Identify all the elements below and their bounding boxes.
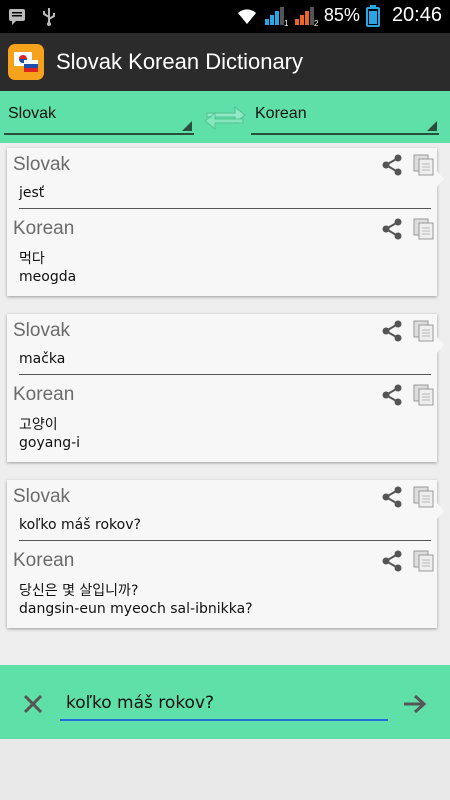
search-input[interactable]: [60, 687, 388, 721]
share-icon[interactable]: [381, 486, 403, 508]
language-bar: Slovak Korean: [0, 91, 450, 143]
source-lang-label: Slovak: [13, 486, 71, 507]
dropdown-caret-icon: [182, 121, 192, 131]
translation-text: 당신은 몇 살입니까?: [19, 583, 139, 599]
divider: [19, 374, 431, 375]
share-icon[interactable]: [381, 320, 403, 342]
dropdown-caret-icon: [427, 121, 437, 131]
share-icon[interactable]: [381, 384, 403, 406]
copy-icon[interactable]: [413, 550, 435, 572]
romanization-text: dangsin-eun myeoch sal-ibnikka?: [19, 601, 253, 617]
translate-arrow-icon[interactable]: [402, 693, 428, 715]
share-icon[interactable]: [381, 154, 403, 176]
svg-text:2: 2: [314, 19, 318, 27]
translation-text: 먹다: [19, 251, 45, 267]
signal-1-icon: 1: [264, 6, 288, 27]
action-bar: Slovak Korean Dictionary: [0, 33, 450, 91]
translation-list[interactable]: Slovak jesť Korean 먹다 meogda Slovak mačk…: [0, 143, 450, 665]
divider: [19, 208, 431, 209]
source-lang-label: Slovak: [13, 154, 71, 175]
clear-icon[interactable]: [22, 693, 44, 715]
share-icon[interactable]: [381, 550, 403, 572]
signal-2-icon: 2: [294, 6, 318, 27]
divider: [19, 540, 431, 541]
bottom-area: [0, 739, 450, 800]
copy-icon[interactable]: [413, 320, 435, 342]
card-tab: [436, 502, 444, 520]
translation-card: Slovak mačka Korean 고양이 goyang-i: [7, 314, 444, 462]
clock: 20:46: [391, 4, 442, 26]
target-lang-label: Korean: [13, 550, 75, 571]
target-language-label: Korean: [255, 105, 307, 122]
target-lang-label: Korean: [13, 218, 75, 239]
source-text: mačka: [19, 351, 66, 367]
card-tab: [436, 336, 444, 354]
source-text: jesť: [19, 185, 45, 201]
app-logo-icon[interactable]: [8, 44, 44, 80]
app-title: Slovak Korean Dictionary: [56, 49, 304, 74]
source-language-select[interactable]: Slovak: [4, 99, 194, 135]
copy-icon[interactable]: [413, 486, 435, 508]
copy-icon[interactable]: [413, 218, 435, 240]
translation-card: Slovak koľko máš rokov? Korean 당신은 몇 살입니…: [7, 480, 444, 628]
target-lang-label: Korean: [13, 384, 75, 405]
status-bar: 1 2 85% 20:46: [0, 0, 450, 33]
svg-text:1: 1: [284, 19, 288, 27]
source-text: koľko máš rokov?: [19, 517, 141, 533]
swap-languages-icon[interactable]: [203, 101, 247, 135]
battery-icon: [365, 4, 380, 27]
copy-icon[interactable]: [413, 154, 435, 176]
copy-icon[interactable]: [413, 384, 435, 406]
romanization-text: meogda: [19, 269, 77, 285]
usb-icon: [43, 8, 55, 26]
message-icon: [9, 9, 25, 25]
share-icon[interactable]: [381, 218, 403, 240]
translation-card: Slovak jesť Korean 먹다 meogda: [7, 148, 444, 296]
target-language-select[interactable]: Korean: [251, 99, 439, 135]
input-bar: [0, 665, 450, 739]
source-language-label: Slovak: [8, 105, 57, 122]
card-tab: [436, 170, 444, 188]
wifi-icon: [237, 8, 256, 24]
romanization-text: goyang-i: [19, 435, 81, 451]
translation-text: 고양이: [19, 417, 58, 433]
battery-percent: 85%: [323, 5, 360, 25]
source-lang-label: Slovak: [13, 320, 71, 341]
